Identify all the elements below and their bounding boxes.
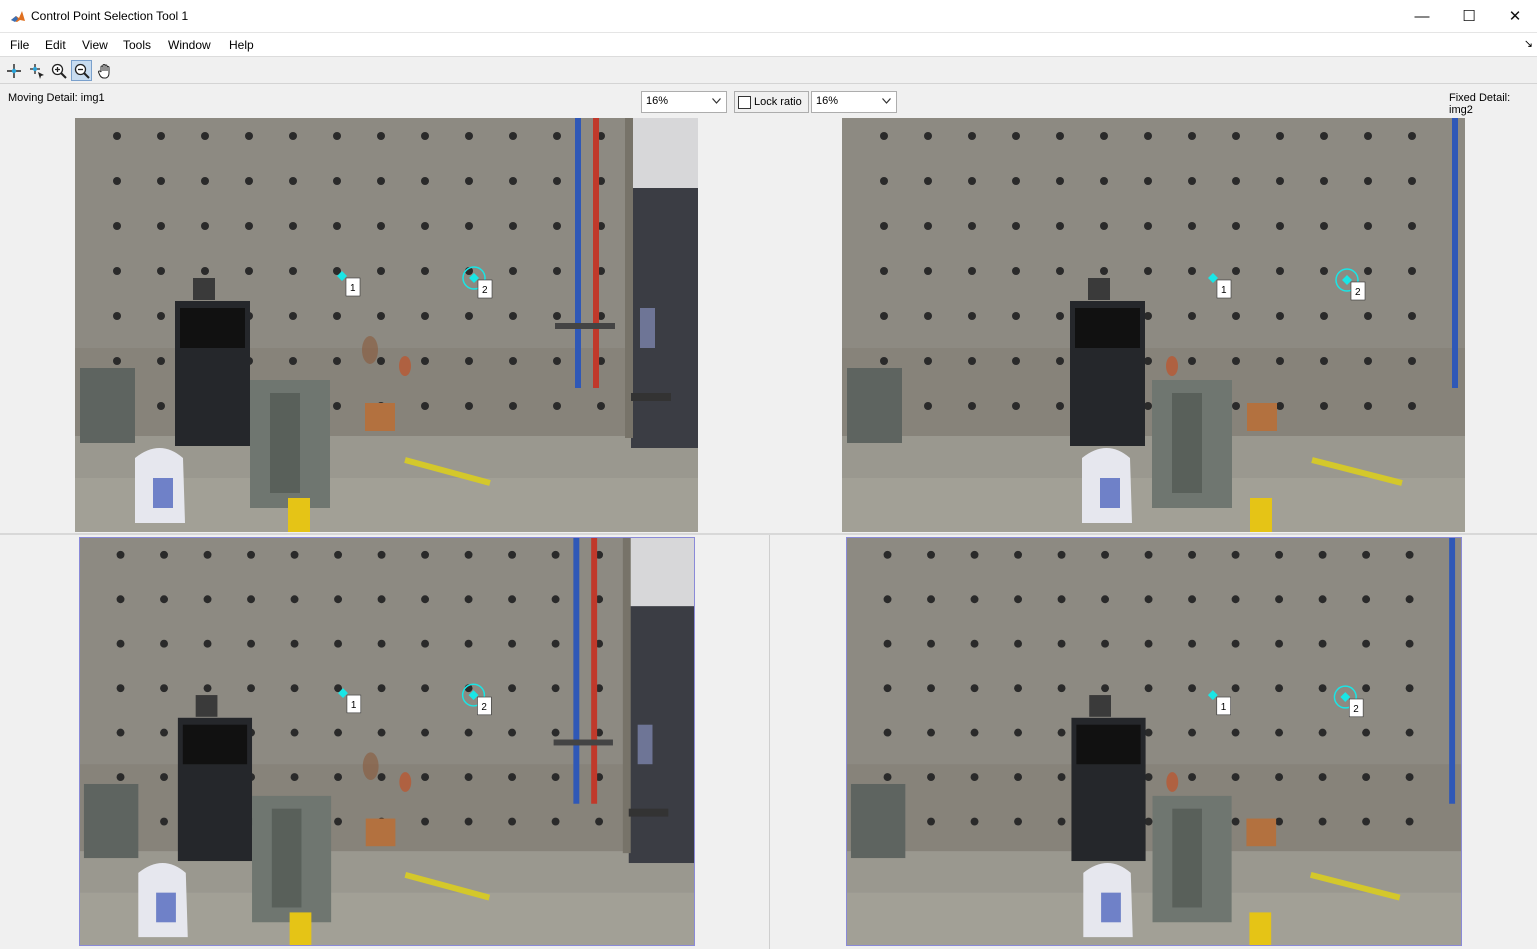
photo-fixed: 12 [842,118,1465,532]
moving-zoom-value: 16% [646,95,669,107]
menu-bar: File Edit View Tools Window Help ↘ [0,33,1537,57]
minimize-icon: — [1414,7,1430,25]
dock-icon[interactable]: ↘ [1524,37,1533,50]
moving-detail-label: Moving Detail: img1 [8,92,105,104]
steel-crate [847,368,902,443]
moving-zoom-select[interactable]: 16% [641,91,727,113]
add-point-tool[interactable] [3,60,24,81]
minimize-button[interactable]: — [1399,0,1445,32]
point-label: 2 [1355,287,1361,298]
pan-hand-icon [97,63,109,78]
cardboard-box [365,403,395,431]
menu-help[interactable]: Help [229,38,254,52]
menu-edit[interactable]: Edit [45,38,66,52]
fixed-detail-image[interactable]: 12 [842,118,1465,532]
chevron-down-icon [712,98,721,104]
blue-pipe [575,118,581,388]
fixed-detail-rectangle[interactable] [846,537,1462,946]
chevron-down-icon [882,98,891,104]
cardboard-box [1247,403,1277,431]
zoom-in-tool[interactable] [48,60,69,81]
window-title: Control Point Selection Tool 1 [31,9,189,23]
moving-detail-image[interactable]: 12 [75,118,698,532]
fixed-detail-label: Fixed Detail: img2 [1449,92,1511,116]
add-point-icon [6,63,21,78]
point-label: 2 [482,285,488,296]
hydraulic-jack [288,498,310,532]
select-point-icon [29,63,44,79]
fixed-zoom-select[interactable]: 16% [811,91,897,113]
pan-tool[interactable] [94,60,115,81]
zoom-out-icon [74,63,90,79]
menu-view[interactable]: View [82,38,108,52]
lock-ratio-checkbox[interactable] [738,96,751,109]
maximize-icon: ☐ [1462,8,1476,25]
hydraulic-jack [1250,498,1272,532]
menu-file[interactable]: File [10,38,29,52]
menu-window[interactable]: Window [168,38,211,52]
maximize-button[interactable]: ☐ [1446,0,1492,32]
select-point-tool[interactable] [26,60,47,81]
point-label: 1 [1221,285,1227,296]
steel-crate [80,368,135,443]
menu-tools[interactable]: Tools [123,38,151,52]
blue-pipe [1452,118,1458,388]
lock-ratio-control[interactable]: Lock ratio [734,91,809,113]
zoom-out-tool[interactable] [71,60,92,81]
fixed-zoom-value: 16% [816,95,839,107]
red-pipe [593,118,599,388]
lock-ratio-label: Lock ratio [754,96,802,108]
close-button[interactable]: ✕ [1492,0,1537,32]
close-icon: ✕ [1508,8,1522,25]
point-label: 1 [350,283,356,294]
zoom-in-icon [51,63,67,79]
pane-divider-vertical[interactable] [769,535,770,949]
moving-detail-rectangle[interactable] [79,537,695,946]
toolbar [0,58,1537,84]
matlab-logo-icon [10,9,26,24]
title-bar: Control Point Selection Tool 1 — ☐ ✕ [0,0,1537,33]
photo-moving: 12 [75,118,698,532]
